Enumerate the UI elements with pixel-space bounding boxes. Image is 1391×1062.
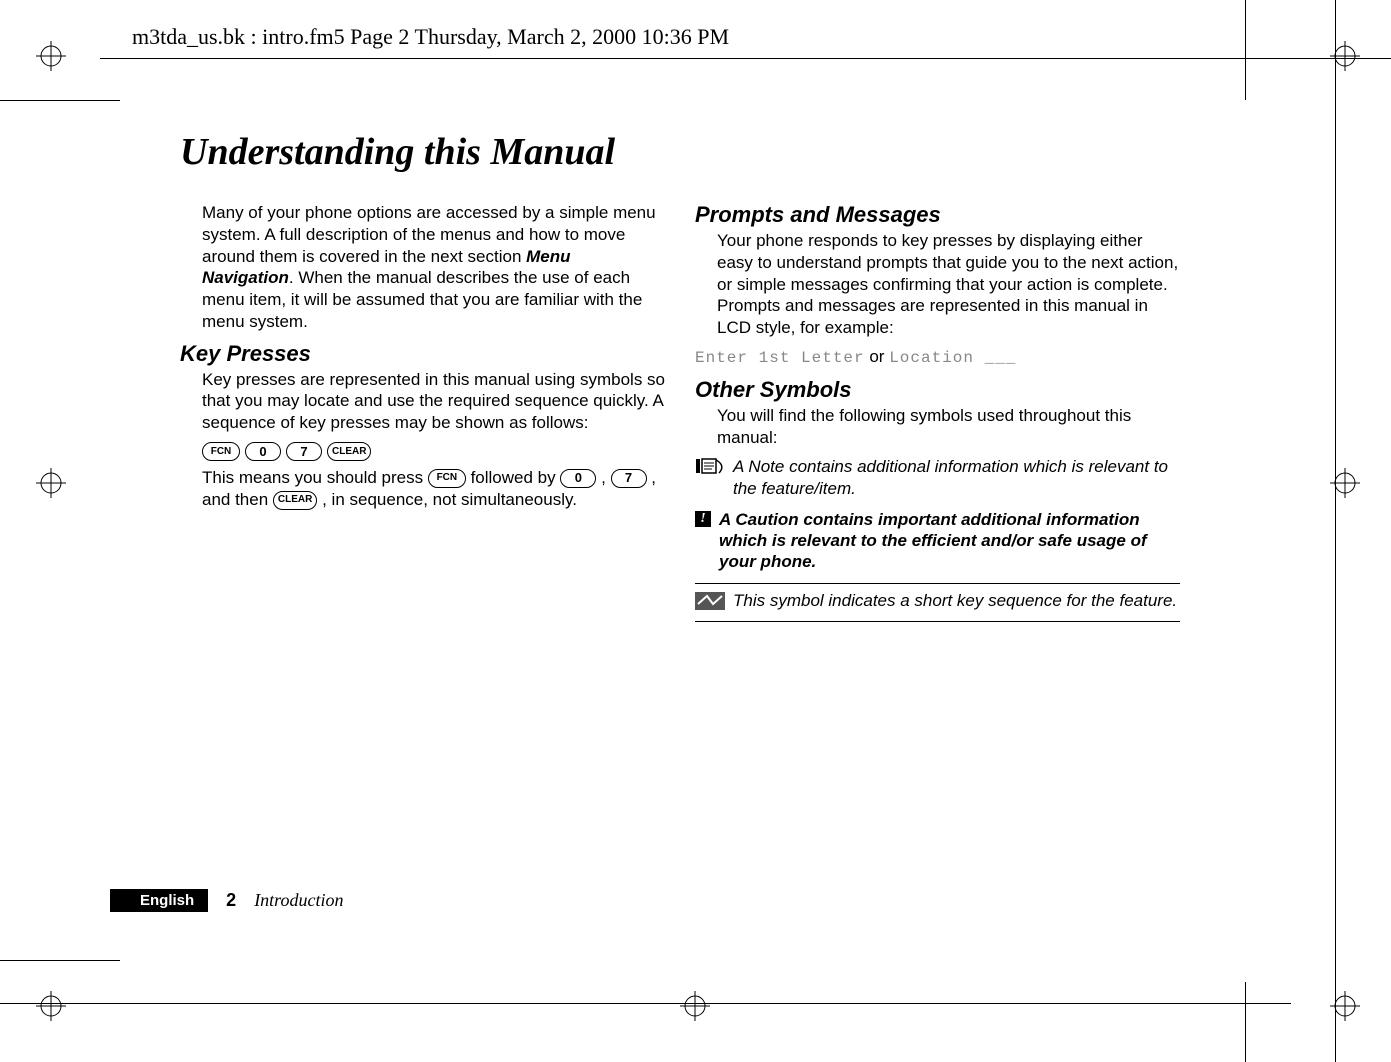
page-number: 2 xyxy=(226,890,236,911)
intro-text-a: Many of your phone options are accessed … xyxy=(202,203,656,266)
language-tag: English xyxy=(110,889,208,912)
shortcut-icon xyxy=(695,592,725,610)
crop-mark-icon xyxy=(30,35,72,77)
caution-icon: ! xyxy=(695,511,711,527)
clear-key-icon: CLEAR xyxy=(327,442,371,461)
kp2-e: , in sequence, not simultaneously. xyxy=(322,490,577,509)
prompts-paragraph: Your phone responds to key presses by di… xyxy=(695,230,1180,339)
trim-line xyxy=(100,58,1391,59)
trim-line xyxy=(0,960,120,961)
trim-line xyxy=(0,100,120,101)
running-header: m3tda_us.bk : intro.fm5 Page 2 Thursday,… xyxy=(132,24,729,50)
key-presses-paragraph: Key presses are represented in this manu… xyxy=(180,369,665,434)
caution-row: ! A Caution contains important additiona… xyxy=(695,509,1180,573)
section-name: Introduction xyxy=(254,890,343,911)
shortcut-row: This symbol indicates a short key sequen… xyxy=(695,590,1180,611)
fcn-key-icon: FCN xyxy=(202,442,240,461)
fcn-key-icon: FCN xyxy=(428,469,466,488)
seven-key-icon: 7 xyxy=(611,469,647,488)
crop-mark-icon xyxy=(674,985,716,1027)
heading-other-symbols: Other Symbols xyxy=(695,377,1180,403)
kp2-a: This means you should press xyxy=(202,468,428,487)
key-sequence-example: FCN 0 7 CLEAR xyxy=(180,442,665,461)
trim-line xyxy=(0,1003,1291,1004)
crop-mark-icon xyxy=(30,462,72,504)
lcd-example: Enter 1st Letter or Location ___ xyxy=(695,347,1180,367)
kp2-c: , xyxy=(601,468,610,487)
zero-key-icon: 0 xyxy=(245,442,281,461)
zero-key-icon: 0 xyxy=(560,469,596,488)
divider-line xyxy=(695,583,1180,584)
clear-key-icon: CLEAR xyxy=(273,491,317,510)
page-footer: English 2 Introduction xyxy=(110,889,344,912)
caution-text: A Caution contains important additional … xyxy=(719,509,1180,573)
note-text: A Note contains additional information w… xyxy=(733,456,1180,499)
kp2-b: followed by xyxy=(471,468,561,487)
note-icon xyxy=(695,456,725,478)
shortcut-text: This symbol indicates a short key sequen… xyxy=(733,590,1177,611)
crop-mark-icon xyxy=(1324,462,1366,504)
other-symbols-intro: You will find the following symbols used… xyxy=(695,405,1180,449)
heading-prompts-messages: Prompts and Messages xyxy=(695,202,1180,228)
trim-line xyxy=(1245,982,1246,1062)
trim-line xyxy=(1335,0,1336,1062)
note-row: A Note contains additional information w… xyxy=(695,456,1180,499)
divider-line xyxy=(695,621,1180,622)
heading-key-presses: Key Presses xyxy=(180,341,665,367)
intro-paragraph: Many of your phone options are accessed … xyxy=(180,202,665,333)
key-sequence-explanation: This means you should press FCN followed… xyxy=(180,467,665,511)
lcd-text-2: Location ___ xyxy=(889,349,1016,367)
seven-key-icon: 7 xyxy=(286,442,322,461)
trim-line xyxy=(1245,0,1246,100)
crop-mark-icon xyxy=(1324,35,1366,77)
lcd-or: or xyxy=(865,347,890,366)
page-title: Understanding this Manual xyxy=(180,130,1185,174)
crop-mark-icon xyxy=(1324,985,1366,1027)
lcd-text-1: Enter 1st Letter xyxy=(695,349,865,367)
crop-mark-icon xyxy=(30,985,72,1027)
